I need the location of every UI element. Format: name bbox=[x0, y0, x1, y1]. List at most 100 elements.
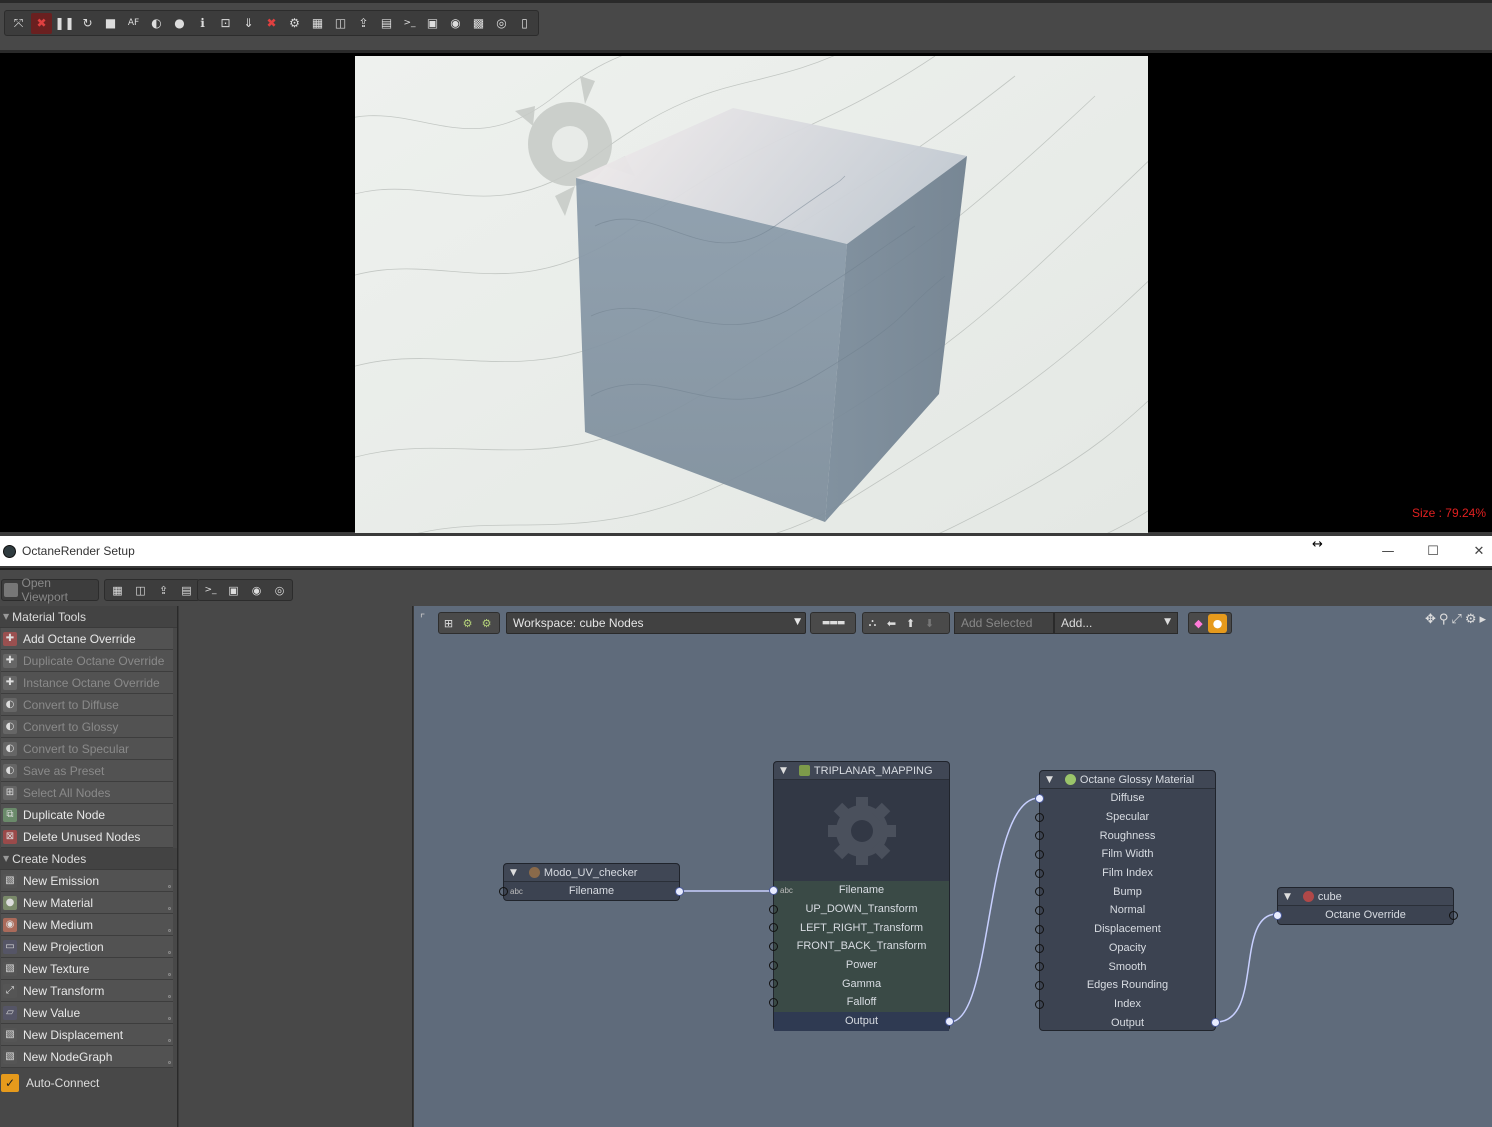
material-tools-header[interactable]: ▼ Material Tools bbox=[0, 606, 177, 628]
gear-add-icon[interactable]: ⚙ bbox=[458, 614, 477, 633]
output-pin[interactable] bbox=[675, 887, 684, 896]
minimize-button[interactable]: — bbox=[1368, 536, 1408, 566]
pink-diamond-icon[interactable]: ◆ bbox=[1189, 614, 1208, 633]
output-pin[interactable] bbox=[1211, 1018, 1220, 1028]
node-editor[interactable]: ⌜ ⊞ ⚙ ⚙ Workspace: cube Nodes ▼ ▬▬▬ ⛬ ⬅ … bbox=[414, 606, 1492, 1127]
add-selected-field[interactable]: Add Selected bbox=[954, 612, 1054, 634]
input-pin[interactable] bbox=[1035, 980, 1044, 990]
input-pin[interactable] bbox=[769, 998, 778, 1008]
fit-view-icon[interactable]: ⤢ bbox=[1451, 612, 1461, 627]
tree-arrange-icon[interactable]: ⛬ bbox=[863, 614, 882, 633]
input-pin[interactable] bbox=[769, 886, 778, 895]
save-as-preset-button[interactable]: ◐ Save as Preset bbox=[1, 760, 173, 782]
checker-icon[interactable]: ▩ bbox=[468, 13, 489, 34]
input-pin[interactable] bbox=[1035, 831, 1044, 841]
export-icon[interactable]: ⇪ bbox=[153, 581, 174, 600]
save-icon[interactable]: ⇓ bbox=[238, 13, 259, 34]
layout-button[interactable]: ▬▬▬ bbox=[810, 612, 856, 634]
material-icon[interactable]: ▦ bbox=[107, 581, 128, 600]
input-pin[interactable] bbox=[1035, 999, 1044, 1009]
clay-icon[interactable]: ◐ bbox=[146, 13, 167, 34]
collapse-icon[interactable]: ⤧ bbox=[8, 13, 29, 34]
input-pin[interactable] bbox=[1035, 794, 1044, 803]
input-pin[interactable] bbox=[1035, 868, 1044, 878]
input-pin[interactable] bbox=[769, 942, 778, 952]
monitor-icon[interactable]: ▣ bbox=[223, 581, 244, 600]
workspace-dropdown[interactable]: Workspace: cube Nodes ▼ bbox=[506, 612, 806, 634]
maximize-button[interactable]: ☐ bbox=[1413, 536, 1453, 566]
move-view-icon[interactable]: ✥ bbox=[1425, 612, 1436, 627]
instance-octane-override-button[interactable]: ✚ Instance Octane Override bbox=[1, 672, 173, 694]
orange-circle-icon[interactable]: ● bbox=[1208, 613, 1227, 633]
delete-unused-nodes-button[interactable]: ⊠ Delete Unused Nodes bbox=[1, 826, 173, 848]
output-pin[interactable] bbox=[1449, 911, 1458, 920]
input-pin[interactable] bbox=[1035, 850, 1044, 860]
console-icon[interactable]: >_ bbox=[200, 581, 221, 600]
input-pin[interactable] bbox=[769, 923, 778, 933]
open-viewport-button[interactable]: Open Viewport bbox=[1, 576, 99, 604]
node-header[interactable]: ▼ cube bbox=[1278, 888, 1453, 906]
input-pin[interactable] bbox=[1035, 906, 1044, 916]
collapse-triangle-icon[interactable]: ▼ bbox=[780, 766, 787, 776]
setup-window-titlebar[interactable]: OctaneRender Setup — ☐ ✕ bbox=[0, 536, 1492, 566]
layers-icon[interactable]: ▤ bbox=[376, 13, 397, 34]
pause-icon[interactable]: ❚❚ bbox=[54, 13, 75, 34]
livedb-icon[interactable]: ◎ bbox=[269, 581, 290, 600]
render-viewport[interactable]: Size : 79.24% bbox=[0, 50, 1492, 533]
export-icon[interactable]: ⇪ bbox=[353, 13, 374, 34]
console-icon[interactable]: >_ bbox=[399, 13, 420, 34]
collapse-triangle-icon[interactable]: ▼ bbox=[1046, 775, 1053, 785]
new-value-button[interactable]: ▱ New Value bbox=[1, 1002, 173, 1024]
new-transform-button[interactable]: ⤢ New Transform bbox=[1, 980, 173, 1002]
node-cube[interactable]: ▼ cube Octane Override bbox=[1273, 887, 1458, 925]
color-icon[interactable]: ● bbox=[169, 13, 190, 34]
collapse-triangle-icon[interactable]: ▼ bbox=[1284, 892, 1291, 902]
auto-connect-checkbox[interactable]: ✓ Auto-Connect bbox=[0, 1070, 177, 1096]
new-material-button[interactable]: ● New Material bbox=[1, 892, 173, 914]
zoom-icon[interactable]: ⚲ bbox=[1439, 612, 1449, 627]
node-header[interactable]: ▼ Modo_UV_checker bbox=[504, 864, 679, 882]
expand-arrow-icon[interactable]: ▸ bbox=[1479, 612, 1486, 627]
cancel-icon[interactable]: ✖ bbox=[261, 13, 282, 34]
material-icon[interactable]: ▦ bbox=[307, 13, 328, 34]
new-displacement-button[interactable]: ▧ New Displacement bbox=[1, 1024, 173, 1046]
input-pin[interactable] bbox=[499, 887, 508, 896]
portrait-icon[interactable]: ◉ bbox=[445, 13, 466, 34]
stop-render-icon[interactable]: ✖ bbox=[31, 12, 52, 34]
create-nodes-header[interactable]: ▼ Create Nodes bbox=[0, 848, 177, 870]
settings-icon[interactable]: ⚙ bbox=[284, 13, 305, 34]
info-icon[interactable]: ℹ bbox=[192, 13, 213, 34]
input-pin[interactable] bbox=[769, 904, 778, 914]
duplicate-node-button[interactable]: ⧉ Duplicate Node bbox=[1, 804, 173, 826]
new-medium-button[interactable]: ◉ New Medium bbox=[1, 914, 173, 936]
output-pin[interactable] bbox=[945, 1016, 954, 1026]
region-icon[interactable]: ⊡ bbox=[215, 13, 236, 34]
settings-icon[interactable]: ⚙ bbox=[1465, 612, 1477, 627]
duplicate-octane-override-button[interactable]: ✚ Duplicate Octane Override bbox=[1, 650, 173, 672]
layers-icon[interactable]: ▤ bbox=[176, 581, 197, 600]
add-octane-override-button[interactable]: ✚ Add Octane Override bbox=[1, 628, 173, 650]
convert-to-specular-button[interactable]: ◐ Convert to Specular bbox=[1, 738, 173, 760]
restart-icon[interactable]: ↻ bbox=[77, 13, 98, 34]
arrow-left-icon[interactable]: ⬅ bbox=[882, 614, 901, 633]
new-nodegraph-button[interactable]: ▧ New NodeGraph bbox=[1, 1046, 173, 1068]
close-button[interactable]: ✕ bbox=[1459, 536, 1492, 566]
collapse-triangle-icon[interactable]: ▼ bbox=[510, 868, 517, 878]
add-node-icon[interactable]: ⊞ bbox=[439, 614, 458, 633]
node-header[interactable]: ▼ TRIPLANAR_MAPPING bbox=[774, 762, 949, 780]
select-all-nodes-button[interactable]: ⊞ Select All Nodes bbox=[1, 782, 173, 804]
input-pin[interactable] bbox=[769, 979, 778, 989]
camera-icon[interactable]: ◫ bbox=[130, 581, 151, 600]
input-pin[interactable] bbox=[1273, 911, 1282, 920]
input-pin[interactable] bbox=[1035, 924, 1044, 934]
input-pin[interactable] bbox=[1035, 887, 1044, 897]
arrow-up-icon[interactable]: ⬆ bbox=[901, 614, 920, 633]
node-modo-uv-checker[interactable]: ▼ Modo_UV_checker abc Filename bbox=[499, 863, 684, 901]
new-projection-button[interactable]: ▭ New Projection bbox=[1, 936, 173, 958]
input-pin[interactable] bbox=[1035, 962, 1044, 972]
input-pin[interactable] bbox=[769, 960, 778, 970]
gear-link-icon[interactable]: ⚙ bbox=[477, 614, 496, 633]
arrow-down-icon[interactable]: ⬇ bbox=[920, 614, 939, 633]
notes-icon[interactable]: ▯ bbox=[514, 13, 535, 34]
node-octane-glossy-material[interactable]: ▼ Octane Glossy Material Diffuse Specular… bbox=[1035, 770, 1220, 1031]
